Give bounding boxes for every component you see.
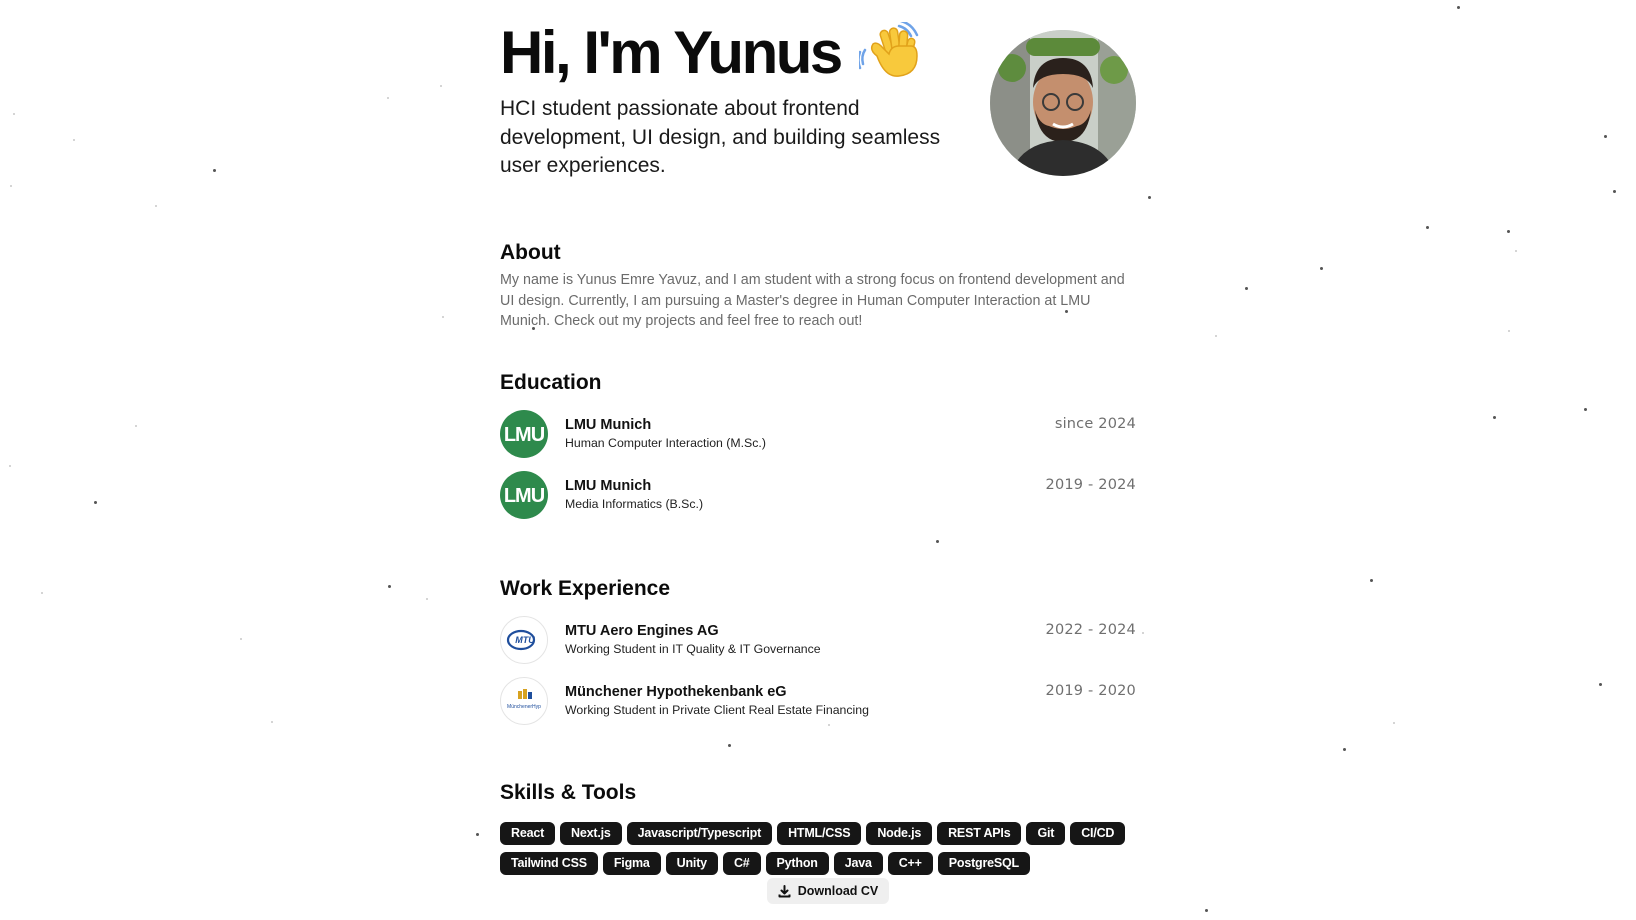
- skills-section: Skills & Tools React Next.js Javascript/…: [500, 780, 1136, 875]
- download-cv-button[interactable]: Download CV: [767, 878, 889, 904]
- entry-date: 2019 - 2020: [1045, 682, 1136, 699]
- skill-badge: Git: [1026, 821, 1066, 845]
- star-dot: [1148, 196, 1151, 199]
- skill-badge: C#: [722, 851, 761, 875]
- avatar: [990, 30, 1136, 176]
- star-dot: [1393, 722, 1395, 724]
- skill-badge: CI/CD: [1070, 821, 1126, 845]
- entry-subtitle: Working Student in IT Quality & IT Gover…: [565, 641, 821, 656]
- entry-title: LMU Munich: [565, 416, 652, 433]
- star-dot: [442, 316, 444, 318]
- about-text: My name is Yunus Emre Yavuz, and I am st…: [500, 272, 1125, 329]
- star-dot: [94, 501, 97, 504]
- star-dot: [1215, 335, 1217, 337]
- skill-badge: React: [500, 821, 556, 845]
- work-entry: MünchenerHyp Münchener Hypothekenbank eG…: [500, 676, 1136, 738]
- skill-badge: Figma: [602, 851, 661, 875]
- education-section: Education LMU LMU Munich Human Computer …: [500, 370, 1136, 532]
- star-dot: [1457, 6, 1460, 9]
- star-dot: [1604, 135, 1607, 138]
- education-heading: Education: [500, 370, 602, 394]
- star-dot: [1508, 330, 1510, 332]
- star-dot: [1343, 748, 1346, 751]
- skill-badge: REST APIs: [937, 821, 1022, 845]
- education-entry: LMU LMU Munich Human Computer Interactio…: [500, 409, 1136, 471]
- work-entry: MTU MTU Aero Engines AG Working Student …: [500, 615, 1136, 677]
- entry-title: Münchener Hypothekenbank eG: [565, 683, 787, 700]
- skill-badge: Java: [833, 851, 883, 875]
- star-dot: [1613, 190, 1616, 193]
- entry-date: 2019 - 2024: [1045, 476, 1136, 493]
- star-dot: [1515, 250, 1517, 252]
- star-dot: [388, 585, 391, 588]
- star-dot: [1584, 408, 1587, 411]
- entry-title: LMU Munich: [565, 477, 652, 494]
- skill-badge: Next.js: [560, 821, 622, 845]
- about-heading: About: [500, 241, 561, 264]
- work-section: Work Experience MTU MTU Aero Engines AG …: [500, 576, 1136, 738]
- lmu-logo-icon: LMU: [500, 409, 548, 458]
- star-dot: [1142, 632, 1144, 634]
- star-dot: [1205, 909, 1208, 912]
- skill-badge: Python: [765, 851, 829, 875]
- star-dot: [41, 592, 43, 594]
- star-dot: [213, 169, 216, 172]
- star-dot: [13, 113, 15, 115]
- star-dot: [155, 205, 157, 207]
- hero-tagline: HCI student passionate about frontend de…: [500, 97, 941, 177]
- skill-badges: React Next.js Javascript/Typescript HTML…: [500, 821, 1140, 875]
- star-dot: [1599, 683, 1602, 686]
- star-dot: [240, 638, 242, 640]
- star-dot: [1426, 226, 1429, 229]
- entry-title: MTU Aero Engines AG: [565, 622, 719, 639]
- entry-date: 2022 - 2024: [1045, 621, 1136, 638]
- skill-badge: Unity: [665, 851, 718, 875]
- star-dot: [1370, 579, 1373, 582]
- entry-subtitle: Working Student in Private Client Real E…: [565, 702, 869, 717]
- star-dot: [387, 97, 389, 99]
- about-section: About My name is Yunus Emre Yavuz, and I…: [500, 240, 1136, 332]
- skill-badge: C++: [887, 851, 933, 875]
- star-dot: [10, 185, 12, 187]
- star-dot: [476, 833, 479, 836]
- resume-content: Hi, I'm Yunus HCI student passionate abo…: [500, 18, 1136, 875]
- mtu-logo-icon: MTU: [500, 615, 548, 664]
- entry-date: since 2024: [1054, 415, 1136, 432]
- star-dot: [135, 425, 137, 427]
- star-dot: [271, 721, 273, 723]
- mtu-logo-text: MTU: [515, 635, 535, 645]
- entry-subtitle: Human Computer Interaction (M.Sc.): [565, 435, 766, 450]
- star-dot: [1507, 230, 1510, 233]
- lmu-logo-text: LMU: [504, 485, 545, 507]
- title-text: Hi, I'm Yunus: [500, 19, 843, 86]
- lmu-logo-icon: LMU: [500, 470, 548, 519]
- skill-badge: Tailwind CSS: [500, 851, 598, 875]
- star-dot: [1245, 287, 1248, 290]
- hyp-logo-text: MünchenerHyp: [507, 704, 541, 710]
- entry-subtitle: Media Informatics (B.Sc.): [565, 496, 704, 511]
- skill-badge: PostgreSQL: [937, 851, 1030, 875]
- muenchenerhyp-logo-icon: MünchenerHyp: [500, 676, 548, 725]
- hero-section: Hi, I'm Yunus HCI student passionate abo…: [500, 18, 1136, 198]
- education-entry: LMU LMU Munich Media Informatics (B.Sc.)…: [500, 470, 1136, 532]
- star-dot: [9, 465, 11, 467]
- work-heading: Work Experience: [500, 576, 671, 600]
- skill-badge: Javascript/Typescript: [626, 821, 773, 845]
- star-dot: [1493, 416, 1496, 419]
- download-icon: [778, 884, 791, 897]
- star-dot: [73, 139, 75, 141]
- skill-badge: HTML/CSS: [777, 821, 862, 845]
- star-dot: [426, 598, 428, 600]
- skill-badge: Node.js: [866, 821, 933, 845]
- star-dot: [1320, 267, 1323, 270]
- waving-hand-icon: [857, 19, 923, 97]
- skills-heading: Skills & Tools: [500, 780, 637, 804]
- lmu-logo-text: LMU: [504, 424, 545, 446]
- star-dot: [440, 85, 442, 87]
- download-cv-label: Download CV: [797, 884, 879, 898]
